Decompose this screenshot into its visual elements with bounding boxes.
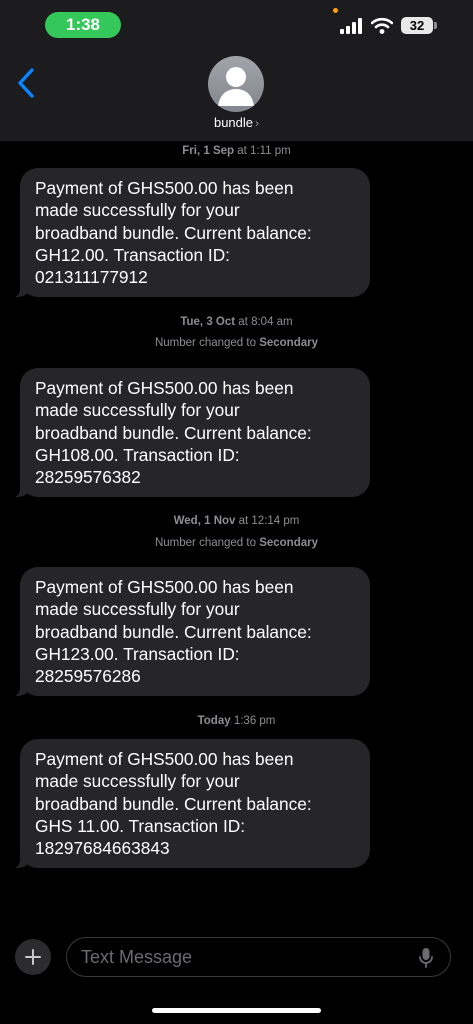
timestamp: Tue, 3 Oct at 8:04 am: [180, 316, 293, 328]
message-line: Payment of GHS500.00 has been: [35, 577, 294, 597]
message-line: GH12.00. Transaction ID:: [35, 244, 230, 265]
message-line: GH123.00. Transaction ID:: [35, 643, 240, 664]
battery-icon: 32: [401, 17, 433, 34]
contact-avatar[interactable]: [208, 56, 264, 112]
message-line: 18297684663843: [35, 838, 170, 859]
message-line: made successfully for your: [35, 771, 240, 792]
back-chevron-icon[interactable]: [14, 66, 40, 100]
message-line: 28259576286: [35, 666, 141, 687]
message-bubble[interactable]: Payment of GHS500.00 has been made succe…: [8, 739, 370, 870]
message-bubble[interactable]: Payment of GHS500.00 has been made succe…: [8, 567, 370, 698]
battery-cap: [434, 22, 437, 29]
message-line: Payment of GHS500.00 has been: [35, 378, 294, 398]
timestamp: Fri, 1 Sep at 1:11 pm: [182, 145, 291, 157]
message-line: made successfully for your: [35, 400, 240, 421]
wifi-icon: [371, 17, 393, 34]
message-line: 021311177912: [35, 267, 148, 288]
message-line: broadband bundle. Current balance:: [35, 621, 312, 642]
privacy-indicator-dot: [333, 8, 338, 13]
contact-name-row[interactable]: bundle ›: [0, 115, 473, 131]
number-changed-notice: Number changed to Secondary: [154, 337, 318, 349]
number-changed-notice: Number changed to Secondary: [154, 537, 318, 549]
microphone-icon[interactable]: [418, 947, 434, 969]
message-line: broadband bundle. Current balance:: [35, 222, 312, 243]
message-line: GH108.00. Transaction ID:: [35, 444, 240, 465]
status-bar: 1:38 32: [0, 0, 473, 50]
home-indicator[interactable]: [152, 1008, 321, 1013]
message-line: broadband bundle. Current balance:: [35, 793, 312, 814]
avatar-person-icon: [218, 67, 254, 106]
contact-name[interactable]: bundle: [214, 115, 253, 130]
status-time[interactable]: 1:38: [45, 12, 121, 38]
plus-icon[interactable]: [15, 939, 51, 975]
chevron-right-icon: ›: [255, 116, 260, 130]
message-input[interactable]: [81, 938, 401, 976]
message-line: Payment of GHS500.00 has been: [35, 749, 294, 769]
message-line: made successfully for your: [35, 200, 240, 221]
timestamp: Today 1:36 pm: [197, 715, 276, 727]
message-line: Payment of GHS500.00 has been: [35, 178, 294, 198]
message-line: 28259576382: [35, 467, 141, 488]
message-line: made successfully for your: [35, 599, 240, 620]
message-line: GHS 11.00. Transaction ID:: [35, 815, 246, 836]
timestamp: Wed, 1 Nov at 12:14 pm: [173, 515, 300, 527]
message-bubble[interactable]: Payment of GHS500.00 has been made succe…: [8, 368, 370, 499]
message-line: broadband bundle. Current balance:: [35, 422, 312, 443]
message-input-container[interactable]: [66, 937, 451, 977]
message-bubble[interactable]: Payment of GHS500.00 has been made succe…: [8, 168, 370, 299]
signal-icon: [340, 18, 362, 34]
